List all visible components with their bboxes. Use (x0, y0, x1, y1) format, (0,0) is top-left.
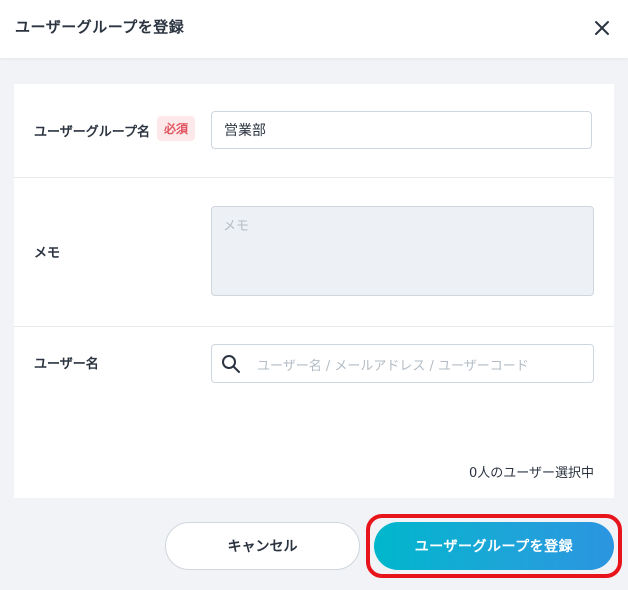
row-divider (14, 326, 614, 327)
selected-count: 0人のユーザー選択中 (468, 466, 594, 481)
group-name-input[interactable] (211, 111, 592, 149)
row-divider (14, 177, 614, 178)
required-badge: 必須 (157, 116, 196, 141)
cancel-button[interactable]: キャンセル (165, 522, 360, 570)
user-search-input[interactable]: ユーザー名 / メールアドレス / ユーザーコード (211, 344, 594, 383)
group-name-label: ユーザーグループ名 (34, 125, 150, 140)
memo-placeholder: メモ (223, 219, 250, 234)
close-icon (595, 21, 609, 35)
search-icon (222, 355, 240, 373)
memo-label: メモ (34, 246, 61, 261)
form-card: ユーザーグループ名 必須 メモ メモ ユーザー名 ユーザー名 / メールアドレス… (14, 84, 614, 498)
register-group-button[interactable]: ユーザーグループを登録 (374, 522, 614, 570)
memo-textarea[interactable]: メモ (211, 206, 594, 296)
user-name-label: ユーザー名 (34, 357, 99, 372)
user-search-placeholder: ユーザー名 / メールアドレス / ユーザーコード (257, 359, 529, 374)
close-button[interactable] (586, 12, 618, 44)
dialog-title: ユーザーグループを登録 (15, 18, 185, 36)
dialog-header: ユーザーグループを登録 (0, 0, 628, 58)
